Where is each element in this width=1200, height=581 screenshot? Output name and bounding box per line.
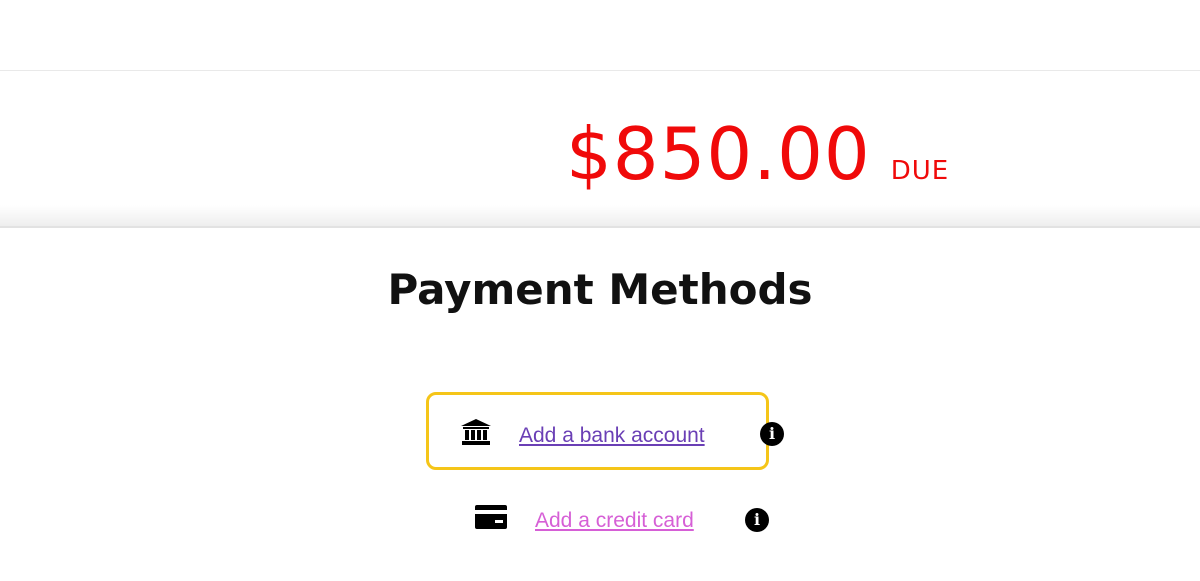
credit-card-icon (475, 505, 507, 529)
payment-methods-title: Payment Methods (387, 265, 813, 314)
bank-icon (461, 419, 491, 445)
payment-page: $850.00 DUE Payment Methods Add a bank a… (0, 0, 1200, 581)
add-credit-card-link[interactable]: Add a credit card (535, 509, 694, 533)
add-bank-account-link[interactable]: Add a bank account (519, 424, 705, 448)
bank-info-icon[interactable]: i (760, 422, 784, 446)
amount-due-display: $850.00 DUE (566, 118, 949, 190)
bank-account-option[interactable]: Add a bank account (426, 392, 769, 470)
amount-due-status: DUE (890, 156, 950, 186)
header-divider (0, 70, 1200, 71)
section-divider (0, 226, 1200, 228)
card-info-icon[interactable]: i (745, 508, 769, 532)
amount-due-value: $850.00 (566, 112, 871, 196)
summary-shadow (0, 205, 1200, 227)
